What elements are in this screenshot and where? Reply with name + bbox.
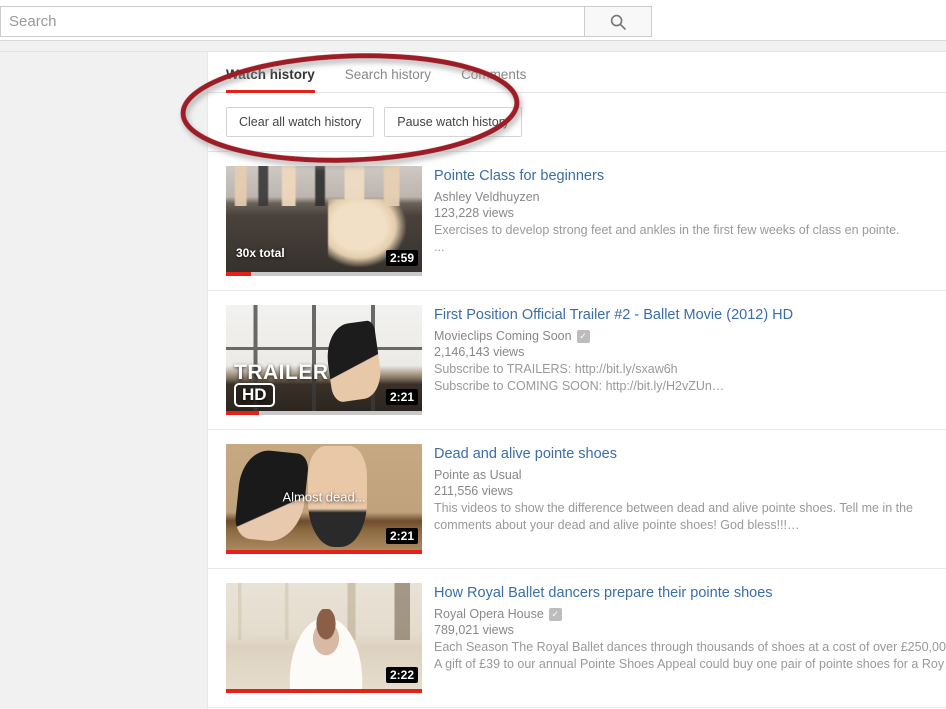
channel-name[interactable]: Pointe as Usual (434, 468, 522, 482)
search-icon (609, 13, 627, 31)
watch-progress-bar (226, 689, 422, 693)
watch-progress-bar (226, 272, 422, 276)
video-description: Each Season The Royal Ballet dances thro… (434, 639, 946, 673)
video-thumbnail[interactable]: 30x total 2:59 (226, 166, 422, 276)
video-title[interactable]: Pointe Class for beginners (434, 168, 946, 185)
tab-comments-label: Comments (461, 67, 527, 82)
video-metadata: First Position Official Trailer #2 - Bal… (422, 305, 946, 415)
video-row: 30x total 2:59 Pointe Class for beginner… (208, 152, 946, 291)
channel-name[interactable]: Royal Opera House (434, 607, 544, 621)
video-description: Exercises to develop strong feet and ank… (434, 222, 946, 256)
video-duration-badge: 2:21 (385, 389, 418, 405)
video-duration-badge: 2:59 (385, 250, 418, 266)
video-view-count: 2,146,143 views (434, 345, 525, 360)
tab-watch-history[interactable]: Watch history (226, 67, 315, 93)
video-title[interactable]: Dead and alive pointe shoes (434, 446, 946, 463)
video-channel: Ashley Veldhuyzen (434, 190, 946, 204)
video-duration-badge: 2:21 (385, 528, 418, 544)
video-channel: Royal Opera House ✓ (434, 607, 946, 621)
search-form (0, 6, 652, 37)
video-row: Almost dead... 2:21 Dead and alive point… (208, 430, 946, 569)
page-root: Watch history Search history Comments Cl… (0, 0, 946, 709)
video-metadata: Dead and alive pointe shoes Pointe as Us… (422, 444, 946, 554)
search-button[interactable] (584, 6, 652, 37)
channel-name[interactable]: Movieclips Coming Soon (434, 329, 572, 343)
watch-progress-bar (226, 411, 422, 415)
video-description: Subscribe to TRAILERS: http://bit.ly/sxa… (434, 361, 946, 395)
video-channel: Pointe as Usual (434, 468, 946, 482)
main-content: Watch history Search history Comments Cl… (207, 52, 946, 709)
pause-watch-history-button[interactable]: Pause watch history (384, 107, 523, 137)
video-thumbnail[interactable]: TRAILER HD 2:21 (226, 305, 422, 415)
video-thumbnail[interactable]: Almost dead... 2:21 (226, 444, 422, 554)
history-tabs: Watch history Search history Comments (208, 52, 946, 93)
tab-comments[interactable]: Comments (461, 67, 526, 92)
description-line: Subscribe to COMING SOON: http://bit.ly/… (434, 379, 725, 394)
video-metadata: How Royal Ballet dancers prepare their p… (422, 583, 946, 693)
sidebar (0, 52, 207, 709)
video-channel: Movieclips Coming Soon ✓ (434, 329, 946, 343)
description-line: comments about your dead and alive point… (434, 518, 800, 533)
video-row: 2:22 How Royal Ballet dancers prepare th… (208, 569, 946, 708)
page-top-strip (0, 41, 946, 52)
description-line: ... (434, 240, 445, 255)
video-title[interactable]: First Position Official Trailer #2 - Bal… (434, 307, 946, 324)
history-actions: Clear all watch history Pause watch hist… (208, 93, 946, 152)
clear-all-watch-history-button[interactable]: Clear all watch history (226, 107, 375, 137)
video-description: This videos to show the difference betwe… (434, 500, 946, 534)
tab-watch-history-label: Watch history (226, 67, 315, 82)
description-line: This videos to show the difference betwe… (434, 501, 914, 516)
channel-name[interactable]: Ashley Veldhuyzen (434, 190, 540, 204)
video-metadata: Pointe Class for beginners Ashley Veldhu… (422, 166, 946, 276)
tab-search-history-label: Search history (344, 67, 432, 82)
video-title[interactable]: How Royal Ballet dancers prepare their p… (434, 585, 946, 602)
video-view-count: 123,228 views (434, 206, 514, 221)
watch-progress-bar (226, 550, 422, 554)
video-duration-badge: 2:22 (385, 667, 418, 683)
description-line: A gift of £39 to our annual Pointe Shoes… (434, 657, 946, 672)
video-view-count: 789,021 views (434, 623, 514, 638)
search-bar (0, 0, 946, 41)
description-line: Subscribe to TRAILERS: http://bit.ly/sxa… (434, 362, 678, 377)
tab-search-history[interactable]: Search history (345, 67, 431, 92)
video-thumbnail[interactable]: 2:22 (226, 583, 422, 693)
search-input[interactable] (0, 6, 584, 37)
verified-badge-icon: ✓ (548, 607, 562, 621)
description-line: Each Season The Royal Ballet dances thro… (434, 640, 946, 655)
verified-badge-icon: ✓ (576, 329, 590, 343)
video-row: TRAILER HD 2:21 First Position Official … (208, 291, 946, 430)
video-view-count: 211,556 views (434, 484, 513, 499)
description-line: Exercises to develop strong feet and ank… (434, 223, 900, 238)
